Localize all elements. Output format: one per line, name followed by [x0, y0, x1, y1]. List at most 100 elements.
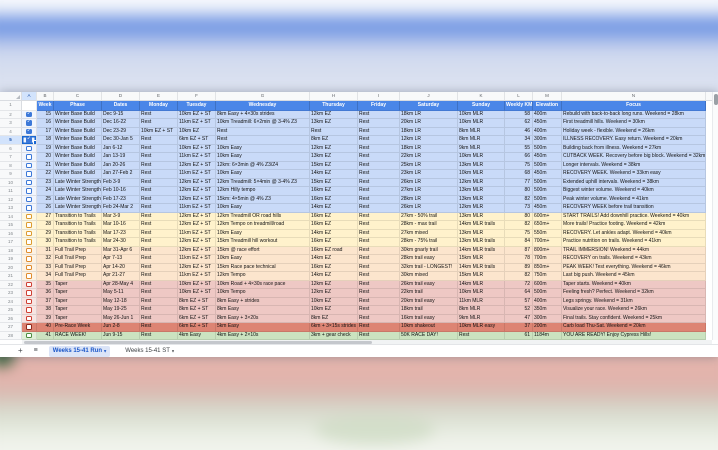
cell-saturday[interactable]: 26km LR [400, 178, 458, 187]
cell-friday[interactable]: Rest [358, 246, 400, 255]
cell-checkbox[interactable] [22, 314, 37, 323]
cell-elevation[interactable]: 450m [533, 119, 562, 128]
cell-monday[interactable]: Rest [140, 306, 178, 315]
cell-thursday[interactable]: 16km EZ [310, 195, 358, 204]
cell-friday[interactable]: Rest [358, 136, 400, 145]
cell-dates[interactable]: Mar 17-23 [102, 229, 140, 238]
cell-focus[interactable]: Extended uphill intervals. Weekend = 38k… [562, 178, 706, 187]
cell-weekly-km[interactable]: 46 [505, 127, 533, 136]
row-checkbox[interactable] [26, 273, 32, 279]
row-number[interactable]: 13 [0, 204, 22, 213]
cell-saturday[interactable]: 20km trail easy [400, 297, 458, 306]
add-sheet-icon[interactable]: + [18, 345, 23, 357]
cell-phase[interactable]: Winter Base Build [54, 127, 102, 136]
cell-sunday[interactable]: 15km MLR [458, 255, 505, 264]
cell-checkbox[interactable] [22, 212, 37, 221]
cell-week[interactable]: 22 [37, 170, 54, 179]
cell-checkbox[interactable] [22, 161, 37, 170]
cell-sunday[interactable]: 9km MLR [458, 144, 505, 153]
cell-week[interactable]: 38 [37, 306, 54, 315]
cell-weekly-km[interactable]: 64 [505, 289, 533, 298]
cell-checkbox[interactable] [22, 323, 37, 332]
cell-phase[interactable]: Winter Base Build [54, 110, 102, 119]
cell-phase[interactable]: Winter Base Build [54, 119, 102, 128]
cell-elevation[interactable]: 400m [533, 110, 562, 119]
cell-checkbox[interactable] [22, 238, 37, 247]
cell-wednesday[interactable]: 12km Treadmill OR road hills [216, 212, 310, 221]
row-checkbox[interactable] [26, 230, 32, 236]
cell-friday[interactable]: Rest [358, 331, 400, 340]
cell-friday[interactable]: Rest [358, 323, 400, 332]
cell-saturday[interactable]: 27km LR [400, 187, 458, 196]
cell-sunday[interactable]: 10km MLR [458, 119, 505, 128]
cell-checkbox[interactable] [22, 144, 37, 153]
cell-focus[interactable]: RECOVERY WEEK before trail transition [562, 204, 706, 213]
cell-sunday[interactable]: 10km MLR [458, 110, 505, 119]
column-header-a[interactable]: A [22, 92, 37, 101]
cell-tuesday[interactable]: 12km EZ + ST [178, 221, 216, 230]
column-header-g[interactable]: G [216, 92, 310, 101]
row-checkbox[interactable] [26, 188, 32, 194]
column-header-b[interactable]: B [37, 92, 54, 101]
header-cell-wednesday[interactable]: Wednesday [216, 101, 310, 111]
cell-week[interactable]: 23 [37, 178, 54, 187]
cell-saturday[interactable]: 50K RACE DAY! [400, 331, 458, 340]
cell-weekly-km[interactable]: 82 [505, 221, 533, 230]
cell-dates[interactable]: Dec 16-22 [102, 119, 140, 128]
cell-phase[interactable]: Winter Base Build [54, 170, 102, 179]
cell-focus[interactable]: RECOVERY on trails. Weekend = 43km [562, 255, 706, 264]
cell-thursday[interactable]: 14km EZ [310, 170, 358, 179]
cell-week[interactable]: 19 [37, 144, 54, 153]
cell-thursday[interactable]: 16km EZ [310, 187, 358, 196]
cell-dates[interactable]: Apr 21-27 [102, 272, 140, 281]
cell-tuesday[interactable]: 11km EZ + ST [178, 255, 216, 264]
cell-dates[interactable]: Feb 10-16 [102, 187, 140, 196]
row-checkbox[interactable] [26, 145, 32, 151]
cell-phase[interactable]: Transition to Trails [54, 229, 102, 238]
row-number[interactable]: 20 [0, 263, 22, 272]
cell-dates[interactable]: May 12-18 [102, 297, 140, 306]
cell-wednesday[interactable]: 12km Treadmill: 5×4min @ 3-4% Z3 [216, 178, 310, 187]
header-cell-elevation[interactable]: Elevation [533, 101, 562, 111]
cell-wednesday[interactable]: 8km Easy + 4×30s strides [216, 110, 310, 119]
cell-phase[interactable]: Transition to Trails [54, 221, 102, 230]
cell-focus[interactable]: RECOVERY. Let ankles adapt. Weekend = 40… [562, 229, 706, 238]
header-cell-friday[interactable]: Friday [358, 101, 400, 111]
cell-wednesday[interactable]: 12km Tempo on treadmill/road [216, 221, 310, 230]
cell-monday[interactable]: Rest [140, 263, 178, 272]
cell-wednesday[interactable]: 8km Easy + strides [216, 297, 310, 306]
cell-saturday[interactable]: 23km LR [400, 170, 458, 179]
cell-dates[interactable]: Apr 14-20 [102, 263, 140, 272]
vertical-scrollbar-thumb[interactable] [713, 94, 718, 105]
cell-monday[interactable]: 10km EZ + ST [140, 127, 178, 136]
vertical-scrollbar[interactable] [712, 92, 718, 340]
cell-dates[interactable]: Jan 6-12 [102, 144, 140, 153]
cell-tuesday[interactable]: 12km EZ + ST [178, 161, 216, 170]
cell-wednesday[interactable]: 12km: 6×3min @ 4% Z3/Z4 [216, 161, 310, 170]
cell-monday[interactable]: Rest [140, 289, 178, 298]
cell-elevation[interactable]: 400m [533, 297, 562, 306]
cell-week[interactable]: 31 [37, 246, 54, 255]
row-number[interactable]: 3 [0, 119, 22, 128]
cell-monday[interactable]: Rest [140, 144, 178, 153]
cell-friday[interactable]: Rest [358, 255, 400, 264]
cell-sunday[interactable]: 12km MLR [458, 204, 505, 213]
cell-checkbox[interactable] [22, 178, 37, 187]
cell-week[interactable]: 33 [37, 263, 54, 272]
cell-week[interactable]: 29 [37, 229, 54, 238]
cell-week[interactable]: 16 [37, 119, 54, 128]
cell-elevation[interactable]: 350m [533, 306, 562, 315]
cell-monday[interactable]: Rest [140, 272, 178, 281]
cell-saturday[interactable]: 28km - max trail [400, 221, 458, 230]
row-number[interactable]: 8 [0, 161, 22, 170]
cell-dates[interactable]: Mar 24-30 [102, 238, 140, 247]
cell-thursday[interactable]: 12km EZ [310, 110, 358, 119]
row-checkbox[interactable] [26, 239, 32, 245]
row-checkbox[interactable] [26, 264, 32, 270]
cell-friday[interactable]: Rest [358, 238, 400, 247]
cell-friday[interactable]: Rest [358, 306, 400, 315]
cell-tuesday[interactable]: 6km EZ + ST [178, 136, 216, 145]
cell-elevation[interactable]: 450m [533, 204, 562, 213]
cell-a1[interactable] [22, 101, 37, 111]
cell-weekly-km[interactable]: 57 [505, 297, 533, 306]
